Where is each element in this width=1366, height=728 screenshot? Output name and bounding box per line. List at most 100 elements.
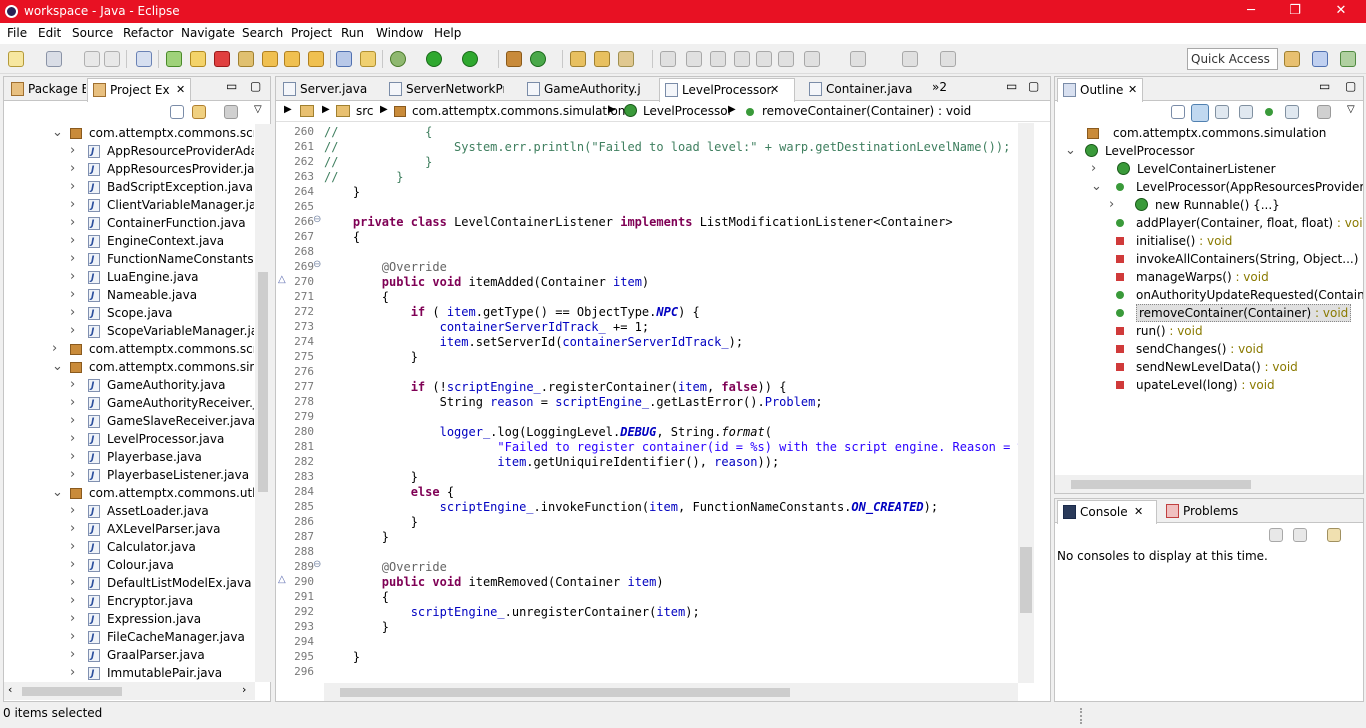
menu-search[interactable]: Search (242, 26, 283, 40)
open-type-icon[interactable] (570, 51, 586, 67)
tree-file-item[interactable]: › GameSlaveReceiver.java (4, 412, 254, 431)
chevron-right-icon[interactable]: › (70, 592, 75, 610)
chevron-right-icon[interactable]: › (70, 376, 75, 394)
tree-file-item[interactable]: › GraalParser.java (4, 646, 254, 665)
chevron-right-icon[interactable]: › (70, 466, 75, 484)
code-line[interactable]: String reason = scriptEngine_.getLastErr… (324, 395, 823, 410)
chevron-right-icon[interactable]: ▶ (322, 104, 330, 115)
code-line[interactable]: } (324, 515, 418, 530)
hide-fields-icon[interactable] (1215, 105, 1229, 119)
close-tab-icon[interactable]: ✕ (176, 79, 185, 101)
tree-file-item[interactable]: › FunctionNameConstants.jav (4, 250, 254, 269)
toggle-block-selection-icon[interactable] (710, 51, 726, 67)
chevron-right-icon[interactable]: › (70, 394, 75, 412)
code-line[interactable]: } (324, 650, 360, 665)
outline-item[interactable]: › new Runnable() {...} (1055, 196, 1363, 214)
collapse-all-icon[interactable] (170, 105, 184, 119)
chevron-right-icon[interactable]: › (70, 610, 75, 628)
outline-item[interactable]: › LevelContainerListener (1055, 160, 1363, 178)
menu-run[interactable]: Run (341, 26, 364, 40)
tab-game-authority[interactable]: GameAuthority.j (522, 78, 640, 101)
tab-server-network[interactable]: ServerNetworkPr (384, 78, 504, 101)
tree-file-item[interactable]: › Playerbase.java (4, 448, 254, 467)
chevron-down-icon[interactable]: ⌄ (52, 484, 63, 502)
show-whitespace-characters-icon[interactable] (778, 51, 794, 67)
outline-hscroll-thumb[interactable] (1071, 480, 1251, 489)
tree-package-item[interactable]: ⌄ com.attemptx.commons.scripti (4, 124, 254, 142)
code-line[interactable]: } (324, 620, 389, 635)
open-perspective-icon[interactable] (1284, 51, 1300, 67)
new-java-package-icon[interactable] (506, 51, 522, 67)
open-console-icon[interactable] (1327, 528, 1341, 542)
open-console-icon[interactable] (360, 51, 376, 67)
outline-item[interactable]: sendNewLevelData() : void (1055, 358, 1363, 376)
chevron-right-icon[interactable]: › (70, 250, 75, 268)
code-line[interactable]: public void itemAdded(Container item) (324, 275, 649, 290)
resume-icon[interactable] (166, 51, 182, 67)
code-line[interactable]: private class LevelContainerListener imp… (324, 215, 953, 230)
chevron-right-icon[interactable]: › (70, 304, 75, 322)
chevron-right-icon[interactable]: › (70, 502, 75, 520)
java-perspective-icon[interactable] (1312, 51, 1328, 67)
tree-file-item[interactable]: › AXLevelParser.java (4, 520, 254, 539)
code-line[interactable]: item.getUniquireIdentifier(), reason)); (324, 455, 779, 470)
forward-icon[interactable] (940, 51, 956, 67)
tab-server-java[interactable]: Server.java (278, 78, 378, 101)
tree-package-item[interactable]: ⌄ com.attemptx.commons.simula (4, 358, 254, 376)
outline-item[interactable]: ⌄ LevelProcessor(AppResourcesProvider, Le… (1055, 178, 1363, 196)
editor-hscroll-thumb[interactable] (340, 688, 790, 697)
next-annotation-icon[interactable] (804, 51, 820, 67)
code-line[interactable]: } (324, 470, 418, 485)
outline-item[interactable]: sendChanges() : void (1055, 340, 1363, 358)
outline-item[interactable]: com.attemptx.commons.simulation (1055, 124, 1363, 142)
save-icon[interactable] (84, 51, 100, 67)
fold-toggle-icon[interactable]: ⊖ (313, 214, 321, 225)
breadcrumb-method[interactable]: removeContainer(Container) : void (762, 104, 971, 118)
tree-file-item[interactable]: › ImmutablePair.java (4, 664, 254, 682)
chevron-right-icon[interactable]: ▶ (284, 104, 292, 115)
new-icon[interactable] (8, 51, 24, 67)
outline-item[interactable]: ⌄ LevelProcessor (1055, 142, 1363, 160)
chevron-right-icon[interactable]: › (1109, 196, 1114, 214)
view-menu-icon[interactable] (224, 105, 238, 119)
debug-icon[interactable] (390, 51, 406, 67)
tree-scroll-thumb[interactable] (258, 272, 268, 492)
outline-item[interactable]: invokeAllContainers(String, Object...) :… (1055, 250, 1363, 268)
view-menu-icon[interactable] (1317, 105, 1331, 119)
new-package-icon[interactable] (46, 51, 62, 67)
code-line[interactable]: // } (324, 170, 403, 185)
maximize-view-icon[interactable]: ▢ (250, 79, 261, 93)
tab-console[interactable]: Console ✕ (1057, 500, 1157, 524)
external-tools-icon[interactable] (462, 51, 478, 67)
code-line[interactable]: // } (324, 155, 432, 170)
chevron-right-icon[interactable]: › (70, 556, 75, 574)
chevron-down-icon[interactable]: ⌄ (1091, 178, 1102, 196)
chevron-right-icon[interactable]: › (70, 142, 75, 160)
menu-source[interactable]: Source (72, 26, 113, 40)
code-line[interactable]: { (324, 230, 360, 245)
tree-file-item[interactable]: › GameAuthority.java (4, 376, 254, 395)
use-step-filters-icon[interactable] (336, 51, 352, 67)
fold-toggle-icon[interactable]: ⊖ (313, 259, 321, 270)
breadcrumb-package[interactable]: com.attemptx.commons.simulation (412, 104, 625, 118)
tab-container-java[interactable]: Container.java (804, 78, 926, 101)
toggle-mark-occurrences-icon[interactable] (686, 51, 702, 67)
show-whitespace-icon[interactable] (756, 51, 772, 67)
tree-file-item[interactable]: › LuaEngine.java (4, 268, 254, 287)
chevron-right-icon[interactable]: › (70, 448, 75, 466)
minimize-button[interactable]: ─ (1228, 0, 1274, 23)
outline-item[interactable]: upateLevel(long) : void (1055, 376, 1363, 394)
code-line[interactable]: { (324, 590, 389, 605)
code-line[interactable]: item.setServerId(containerServerIdTrack_… (324, 335, 743, 350)
code-line[interactable]: } (324, 185, 360, 200)
tree-file-item[interactable]: › BadScriptException.java (4, 178, 254, 197)
chevron-right-icon[interactable]: › (70, 574, 75, 592)
code-line[interactable]: { (324, 290, 389, 305)
tree-file-item[interactable]: › ContainerFunction.java (4, 214, 254, 233)
debug-perspective-icon[interactable] (1340, 51, 1356, 67)
code-line[interactable]: if ( item.getType() == ObjectType.NPC) { (324, 305, 700, 320)
pin-console-icon[interactable] (1269, 528, 1283, 542)
outline-item[interactable]: run() : void (1055, 322, 1363, 340)
outline-item[interactable]: initialise() : void (1055, 232, 1363, 250)
tab-package-explorer[interactable]: Package E (6, 78, 86, 101)
